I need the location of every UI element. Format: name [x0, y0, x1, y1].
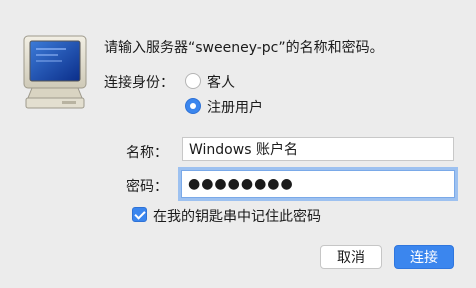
- connect-button[interactable]: 连接: [394, 245, 454, 269]
- password-field[interactable]: [181, 170, 455, 198]
- registered-user-radio[interactable]: [185, 98, 201, 114]
- registered-user-radio-label[interactable]: 注册用户: [207, 97, 263, 117]
- password-label: 密码：: [126, 179, 168, 195]
- guest-radio[interactable]: [185, 73, 201, 89]
- connect-dialog: 请输入服务器“sweeney-pc”的名称和密码。 连接身份： 客人 注册用户 …: [0, 0, 476, 288]
- dialog-prompt: 请输入服务器“sweeney-pc”的名称和密码。: [104, 40, 384, 56]
- server-computer-icon: [22, 34, 88, 112]
- name-field[interactable]: [182, 137, 454, 161]
- remember-password-label[interactable]: 在我的钥匙串中记住此密码: [153, 206, 321, 226]
- remember-password-checkbox[interactable]: [132, 207, 147, 222]
- cancel-button[interactable]: 取消: [320, 245, 382, 269]
- connect-as-label: 连接身份：: [104, 75, 174, 91]
- name-label: 名称：: [126, 145, 168, 161]
- guest-radio-label[interactable]: 客人: [207, 72, 235, 92]
